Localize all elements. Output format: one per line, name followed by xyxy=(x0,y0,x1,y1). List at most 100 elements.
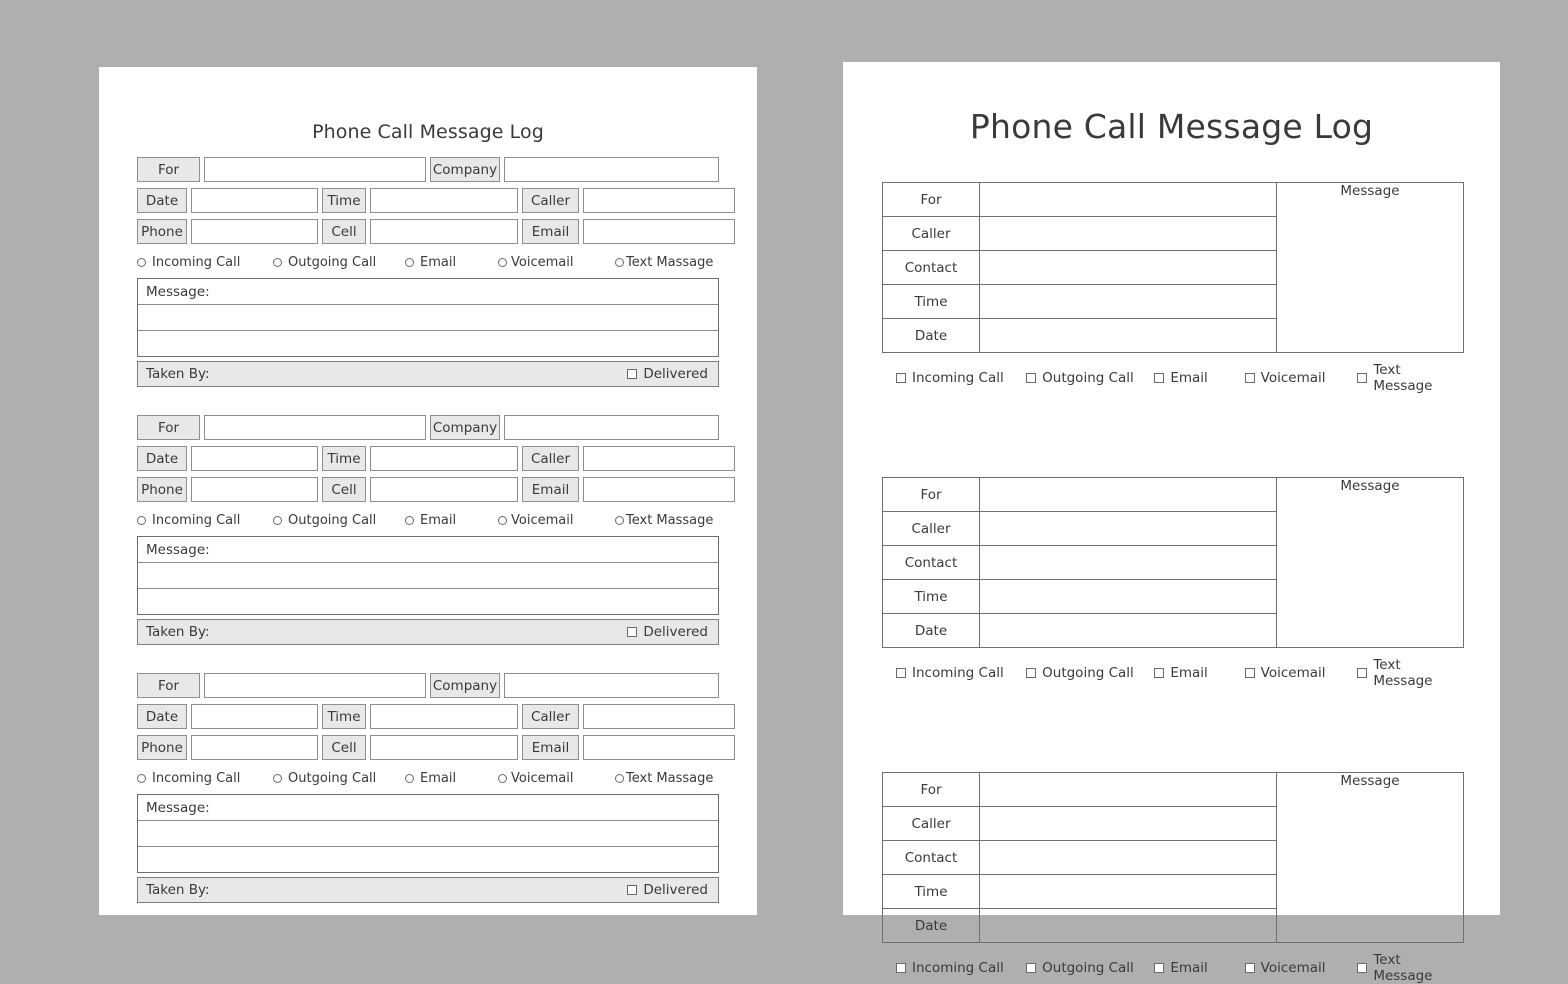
checkbox-icon[interactable] xyxy=(1154,963,1165,973)
checkbox-icon[interactable] xyxy=(896,373,906,383)
checkbox-option-text-message[interactable]: Text Message xyxy=(1357,657,1461,689)
checkbox-icon[interactable] xyxy=(627,369,638,379)
field-cell[interactable] xyxy=(370,477,518,502)
radio-option-text-massage[interactable]: Text Massage xyxy=(615,513,713,528)
message-line[interactable] xyxy=(138,305,718,331)
radio-option-outgoing-call[interactable]: Outgoing Call xyxy=(273,255,405,270)
field-cell[interactable] xyxy=(370,735,518,760)
message-line[interactable] xyxy=(138,847,718,872)
row-value-time[interactable] xyxy=(979,874,1277,909)
radio-icon[interactable] xyxy=(137,257,146,267)
row-value-for[interactable] xyxy=(979,772,1277,807)
field-phone[interactable] xyxy=(191,735,318,760)
message-line[interactable] xyxy=(138,589,718,614)
field-time[interactable] xyxy=(370,446,518,471)
radio-option-email[interactable]: Email xyxy=(405,771,498,786)
checkbox-icon[interactable] xyxy=(1244,373,1255,383)
field-company[interactable] xyxy=(504,157,719,182)
checkbox-icon[interactable] xyxy=(1357,373,1368,383)
row-value-caller[interactable] xyxy=(979,806,1277,841)
checkbox-icon[interactable] xyxy=(1026,668,1037,678)
checkbox-option-outgoing-call[interactable]: Outgoing Call xyxy=(1026,665,1154,681)
radio-option-voicemail[interactable]: Voicemail xyxy=(498,771,615,786)
checkbox-option-email[interactable]: Email xyxy=(1154,665,1244,681)
radio-option-outgoing-call[interactable]: Outgoing Call xyxy=(273,771,405,786)
radio-option-voicemail[interactable]: Voicemail xyxy=(498,513,615,528)
radio-icon[interactable] xyxy=(498,257,507,267)
radio-icon[interactable] xyxy=(273,515,282,525)
checkbox-icon[interactable] xyxy=(1357,668,1368,678)
checkbox-icon[interactable] xyxy=(627,885,638,895)
radio-icon[interactable] xyxy=(273,257,282,267)
row-value-caller[interactable] xyxy=(979,511,1277,546)
row-value-date[interactable] xyxy=(979,908,1277,943)
row-value-contact[interactable] xyxy=(979,545,1277,580)
row-value-time[interactable] xyxy=(979,284,1277,319)
field-for[interactable] xyxy=(204,673,426,698)
radio-option-voicemail[interactable]: Voicemail xyxy=(498,255,615,270)
field-time[interactable] xyxy=(370,704,518,729)
message-line[interactable] xyxy=(138,821,718,847)
field-company[interactable] xyxy=(504,415,719,440)
radio-icon[interactable] xyxy=(405,773,414,783)
row-value-time[interactable] xyxy=(979,579,1277,614)
checkbox-icon[interactable] xyxy=(896,668,906,678)
field-email[interactable] xyxy=(583,735,735,760)
checkbox-icon[interactable] xyxy=(1244,963,1255,973)
radio-icon[interactable] xyxy=(615,773,624,783)
checkbox-icon[interactable] xyxy=(1357,963,1368,973)
field-caller[interactable] xyxy=(583,446,735,471)
field-company[interactable] xyxy=(504,673,719,698)
radio-option-email[interactable]: Email xyxy=(405,255,498,270)
checkbox-icon[interactable] xyxy=(896,963,906,973)
checkbox-option-incoming-call[interactable]: Incoming Call xyxy=(896,665,1026,681)
field-caller[interactable] xyxy=(583,188,735,213)
radio-option-incoming-call[interactable]: Incoming Call xyxy=(137,513,273,528)
checkbox-option-email[interactable]: Email xyxy=(1154,960,1244,976)
radio-icon[interactable] xyxy=(137,773,146,783)
radio-option-incoming-call[interactable]: Incoming Call xyxy=(137,255,273,270)
radio-icon[interactable] xyxy=(615,515,624,525)
checkbox-icon[interactable] xyxy=(1026,963,1037,973)
checkbox-option-text-message[interactable]: Text Message xyxy=(1357,952,1461,984)
checkbox-option-email[interactable]: Email xyxy=(1154,370,1244,386)
checkbox-option-voicemail[interactable]: Voicemail xyxy=(1244,370,1358,386)
field-caller[interactable] xyxy=(583,704,735,729)
row-value-date[interactable] xyxy=(979,613,1277,648)
message-cell[interactable]: Message xyxy=(1276,477,1464,648)
row-value-date[interactable] xyxy=(979,318,1277,353)
radio-icon[interactable] xyxy=(405,515,414,525)
checkbox-option-incoming-call[interactable]: Incoming Call xyxy=(896,960,1026,976)
checkbox-option-voicemail[interactable]: Voicemail xyxy=(1244,665,1358,681)
checkbox-icon[interactable] xyxy=(1154,668,1165,678)
checkbox-option-outgoing-call[interactable]: Outgoing Call xyxy=(1026,370,1154,386)
field-time[interactable] xyxy=(370,188,518,213)
row-value-for[interactable] xyxy=(979,477,1277,512)
field-date[interactable] xyxy=(191,188,318,213)
checkbox-icon[interactable] xyxy=(1244,668,1255,678)
checkbox-icon[interactable] xyxy=(1026,373,1037,383)
row-value-contact[interactable] xyxy=(979,250,1277,285)
field-phone[interactable] xyxy=(191,477,318,502)
checkbox-option-text-message[interactable]: Text Message xyxy=(1357,362,1461,394)
checkbox-option-voicemail[interactable]: Voicemail xyxy=(1244,960,1358,976)
checkbox-icon[interactable] xyxy=(627,627,638,637)
radio-option-outgoing-call[interactable]: Outgoing Call xyxy=(273,513,405,528)
delivered-checkbox-group[interactable]: Delivered xyxy=(627,882,708,898)
radio-option-text-massage[interactable]: Text Massage xyxy=(615,771,713,786)
radio-icon[interactable] xyxy=(405,257,414,267)
field-email[interactable] xyxy=(583,219,735,244)
field-for[interactable] xyxy=(204,157,426,182)
radio-icon[interactable] xyxy=(498,515,507,525)
row-value-caller[interactable] xyxy=(979,216,1277,251)
message-cell[interactable]: Message xyxy=(1276,772,1464,943)
message-line[interactable] xyxy=(138,331,718,356)
field-for[interactable] xyxy=(204,415,426,440)
checkbox-option-incoming-call[interactable]: Incoming Call xyxy=(896,370,1026,386)
row-value-contact[interactable] xyxy=(979,840,1277,875)
message-line[interactable] xyxy=(138,563,718,589)
checkbox-option-outgoing-call[interactable]: Outgoing Call xyxy=(1026,960,1154,976)
message-cell[interactable]: Message xyxy=(1276,182,1464,353)
checkbox-icon[interactable] xyxy=(1154,373,1165,383)
field-phone[interactable] xyxy=(191,219,318,244)
